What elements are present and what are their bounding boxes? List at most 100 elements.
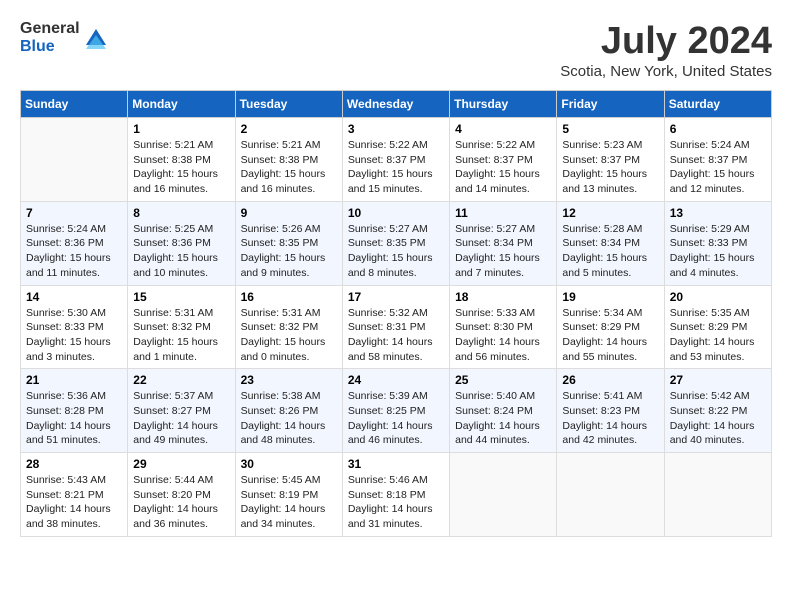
day-info-line: and 31 minutes. [348,517,444,532]
day-info-line: Daylight: 14 hours [348,419,444,434]
day-info-line: Daylight: 15 hours [133,251,229,266]
day-number: 23 [241,373,337,387]
day-info-line: Sunset: 8:24 PM [455,404,551,419]
day-info-line: Daylight: 14 hours [26,502,122,517]
day-info-line: and 34 minutes. [241,517,337,532]
day-number: 29 [133,457,229,471]
day-info-line: Sunrise: 5:26 AM [241,222,337,237]
calendar-cell: 2Sunrise: 5:21 AMSunset: 8:38 PMDaylight… [235,118,342,202]
day-number: 27 [670,373,766,387]
calendar-cell: 16Sunrise: 5:31 AMSunset: 8:32 PMDayligh… [235,285,342,369]
day-info-line: Sunrise: 5:42 AM [670,389,766,404]
day-info-line: and 13 minutes. [562,182,658,197]
day-info-line: and 8 minutes. [348,266,444,281]
calendar-cell: 1Sunrise: 5:21 AMSunset: 8:38 PMDaylight… [128,118,235,202]
day-info-line: Daylight: 15 hours [348,167,444,182]
day-info-line: Daylight: 15 hours [26,251,122,266]
day-info-line: Sunrise: 5:40 AM [455,389,551,404]
day-info-line: Daylight: 15 hours [670,251,766,266]
day-info-line: Sunrise: 5:39 AM [348,389,444,404]
header: General Blue July 2024 Scotia, New York,… [20,20,772,80]
day-number: 13 [670,206,766,220]
day-number: 6 [670,122,766,136]
day-info-line: Daylight: 14 hours [670,335,766,350]
day-number: 30 [241,457,337,471]
day-info-line: Daylight: 14 hours [133,419,229,434]
day-info-line: and 5 minutes. [562,266,658,281]
day-info-line: Daylight: 14 hours [562,419,658,434]
day-info-line: and 9 minutes. [241,266,337,281]
day-info-line: Sunrise: 5:27 AM [348,222,444,237]
day-info-line: Sunset: 8:37 PM [562,153,658,168]
day-number: 25 [455,373,551,387]
day-info-line: and 14 minutes. [455,182,551,197]
day-info-line: Daylight: 14 hours [455,335,551,350]
day-info-line: and 1 minute. [133,350,229,365]
day-info-line: and 7 minutes. [455,266,551,281]
day-info-line: Sunset: 8:38 PM [133,153,229,168]
day-info-line: Sunset: 8:34 PM [455,236,551,251]
day-info-line: and 56 minutes. [455,350,551,365]
day-info-line: Sunset: 8:37 PM [348,153,444,168]
calendar-cell: 4Sunrise: 5:22 AMSunset: 8:37 PMDaylight… [450,118,557,202]
day-number: 15 [133,290,229,304]
day-info-line: Sunset: 8:32 PM [241,320,337,335]
title-section: July 2024 Scotia, New York, United State… [560,20,772,80]
day-info-line: and 53 minutes. [670,350,766,365]
day-info-line: Sunset: 8:36 PM [133,236,229,251]
calendar-cell: 3Sunrise: 5:22 AMSunset: 8:37 PMDaylight… [342,118,449,202]
day-info-line: Sunset: 8:23 PM [562,404,658,419]
day-number: 17 [348,290,444,304]
week-row-5: 28Sunrise: 5:43 AMSunset: 8:21 PMDayligh… [21,453,772,537]
day-info-line: Daylight: 15 hours [455,167,551,182]
day-info-line: Daylight: 15 hours [348,251,444,266]
day-info-line: Sunset: 8:32 PM [133,320,229,335]
day-info-line: Daylight: 14 hours [670,419,766,434]
day-info-line: Sunset: 8:25 PM [348,404,444,419]
day-info-line: Daylight: 14 hours [348,502,444,517]
calendar-cell: 7Sunrise: 5:24 AMSunset: 8:36 PMDaylight… [21,201,128,285]
day-info-line: Daylight: 14 hours [26,419,122,434]
day-info-line: and 40 minutes. [670,433,766,448]
logo-blue: Blue [20,38,80,56]
day-info-line: Sunrise: 5:32 AM [348,306,444,321]
col-header-saturday: Saturday [664,91,771,118]
day-info-line: Sunrise: 5:41 AM [562,389,658,404]
day-number: 3 [348,122,444,136]
day-info-line: Sunrise: 5:21 AM [133,138,229,153]
day-info-line: Sunset: 8:33 PM [26,320,122,335]
day-number: 21 [26,373,122,387]
day-info-line: Sunset: 8:22 PM [670,404,766,419]
day-number: 28 [26,457,122,471]
day-info-line: Sunrise: 5:38 AM [241,389,337,404]
day-info-line: Sunset: 8:20 PM [133,488,229,503]
day-info-line: and 3 minutes. [26,350,122,365]
day-number: 14 [26,290,122,304]
calendar-cell: 28Sunrise: 5:43 AMSunset: 8:21 PMDayligh… [21,453,128,537]
calendar-header-row: SundayMondayTuesdayWednesdayThursdayFrid… [21,91,772,118]
day-info-line: and 42 minutes. [562,433,658,448]
day-info-line: Daylight: 14 hours [348,335,444,350]
day-number: 24 [348,373,444,387]
calendar-cell: 11Sunrise: 5:27 AMSunset: 8:34 PMDayligh… [450,201,557,285]
day-info-line: Sunset: 8:19 PM [241,488,337,503]
day-number: 12 [562,206,658,220]
logo-general: General [20,20,80,38]
day-info-line: and 49 minutes. [133,433,229,448]
day-info-line: Sunset: 8:33 PM [670,236,766,251]
calendar-cell: 24 Sunrise: 5:39 AMSunset: 8:25 PMDayligh… [342,369,449,453]
day-number: 2 [241,122,337,136]
calendar-cell: 27 Sunrise: 5:42 AMSunset: 8:22 PMDayligh… [664,369,771,453]
calendar-cell [450,453,557,537]
calendar-cell [21,118,128,202]
day-info-line: Sunset: 8:26 PM [241,404,337,419]
day-info-line: Sunrise: 5:22 AM [455,138,551,153]
day-info-line: Daylight: 15 hours [26,335,122,350]
day-info-line: Sunset: 8:28 PM [26,404,122,419]
col-header-thursday: Thursday [450,91,557,118]
day-info-line: Sunrise: 5:25 AM [133,222,229,237]
day-info-line: and 51 minutes. [26,433,122,448]
day-info-line: Daylight: 15 hours [241,167,337,182]
day-info-line: Sunset: 8:35 PM [241,236,337,251]
calendar-cell: 15Sunrise: 5:31 AMSunset: 8:32 PMDayligh… [128,285,235,369]
